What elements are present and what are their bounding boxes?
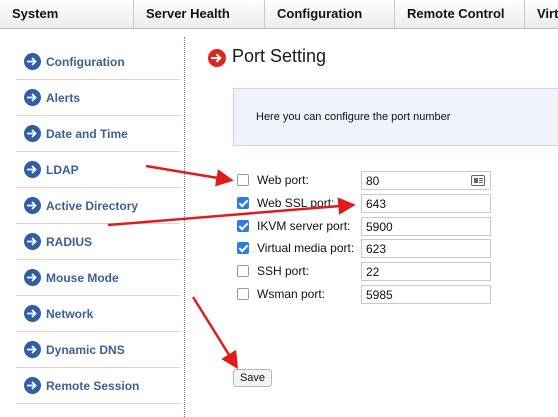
arrow-circle-right-icon [24,89,41,106]
ikvm-server-port-label: IKVM server port: [257,219,351,233]
web-ssl-port-field[interactable] [361,194,491,213]
sidebar-item-label: Date and Time [46,126,128,141]
ssh-port-field[interactable] [361,262,491,281]
arrow-circle-right-icon [24,377,41,394]
virtual-media-port-field[interactable] [361,239,491,258]
port-row-web-ssl: Web SSL port: [237,194,497,214]
sidebar-item-radius[interactable]: RADIUS [16,224,180,260]
top-nav: System Server Health Configuration Remot… [0,0,558,29]
arrow-circle-right-icon [208,49,226,67]
web-port-checkbox[interactable] [237,174,249,186]
sidebar-item-date-and-time[interactable]: Date and Time [16,116,180,152]
sidebar-item-label: Network [46,306,94,321]
tab-server-health[interactable]: Server Health [134,0,265,28]
arrow-circle-right-icon [24,305,41,322]
arrow-circle-right-icon [24,341,41,358]
arrow-circle-right-icon [24,197,41,214]
sidebar-item-configuration[interactable]: Configuration [16,44,180,80]
sidebar-item-alerts[interactable]: Alerts [16,80,180,116]
info-box: Here you can configure the port number [233,88,558,146]
annotation-arrow [191,296,238,370]
arrow-circle-right-icon [24,161,41,178]
sidebar-item-mouse-mode[interactable]: Mouse Mode [16,260,180,296]
sidebar-divider [184,37,185,417]
sidebar-item-label: RADIUS [46,234,93,249]
web-port-label: Web port: [257,173,309,187]
tab-system[interactable]: System [0,0,134,28]
tab-virtual-media[interactable]: Virtu [525,0,558,28]
sidebar-item-label: Alerts [46,90,81,105]
web-ssl-port-checkbox[interactable] [237,197,249,209]
ssh-port-checkbox[interactable] [237,265,249,277]
sidebar-item-label: Mouse Mode [46,270,119,285]
arrow-circle-right-icon [24,269,41,286]
info-text: Here you can configure the port number [256,111,451,123]
sidebar-item-label: Configuration [46,54,125,69]
web-ssl-port-label: Web SSL port: [257,196,335,210]
port-row-wsman: Wsman port: [237,285,497,305]
ikvm-server-port-field[interactable] [361,217,491,236]
tab-configuration[interactable]: Configuration [265,0,395,28]
sidebar-item-label: Remote Session [46,378,140,393]
sidebar-item-dynamic-dns[interactable]: Dynamic DNS [16,332,180,368]
sidebar-item-remote-session[interactable]: Remote Session [16,368,180,404]
ssh-port-label: SSH port: [257,264,310,278]
wsman-port-label: Wsman port: [257,287,326,301]
page-title: Port Setting [232,46,327,66]
save-button[interactable]: Save [233,369,272,387]
arrow-circle-right-icon [24,53,41,70]
sidebar-item-active-directory[interactable]: Active Directory [16,188,180,224]
arrow-circle-right-icon [24,125,41,142]
sidebar-item-network[interactable]: Network [16,296,180,332]
virtual-media-port-label: Virtual media port: [257,241,355,255]
port-row-web: Web port: [237,171,497,191]
wsman-port-checkbox[interactable] [237,288,249,300]
port-row-ssh: SSH port: [237,262,497,282]
wsman-port-field[interactable] [361,285,491,304]
ikvm-server-port-checkbox[interactable] [237,220,249,232]
sidebar-item-label: Active Directory [46,198,139,213]
port-row-ikvm: IKVM server port: [237,217,497,237]
contact-card-icon[interactable] [471,175,485,186]
sidebar-item-label: Dynamic DNS [46,342,125,357]
sidebar-item-ldap[interactable]: LDAP [16,152,180,188]
port-row-virtual-media: Virtual media port: [237,239,497,259]
arrow-circle-right-icon [24,233,41,250]
tab-remote-control[interactable]: Remote Control [395,0,525,28]
sidebar-item-label: LDAP [46,162,79,177]
virtual-media-port-checkbox[interactable] [237,242,249,254]
